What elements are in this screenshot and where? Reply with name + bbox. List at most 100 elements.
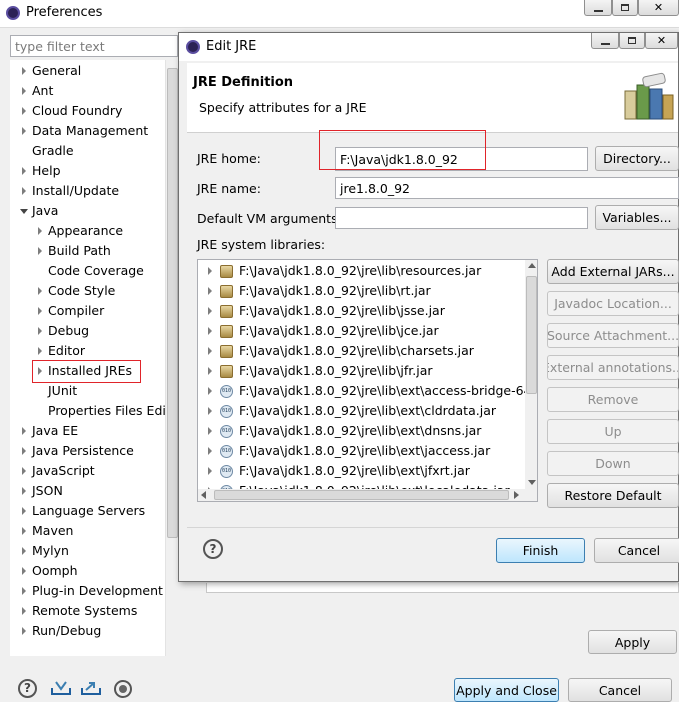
library-row[interactable]: F:\Java\jdk1.8.0_92\jre\lib\jce.jar — [198, 321, 525, 341]
tree-item-javascript[interactable]: JavaScript — [10, 461, 166, 481]
remove-button[interactable]: Remove — [547, 387, 679, 412]
scroll-left-arrow-icon[interactable] — [201, 491, 206, 499]
jre-name-input[interactable]: jre1.8.0_92 — [335, 177, 679, 199]
expand-arrow-icon[interactable] — [38, 347, 42, 355]
libraries-horizontal-scrollbar[interactable] — [198, 489, 537, 501]
libraries-hscroll-thumb[interactable] — [214, 490, 509, 500]
tree-item-code-coverage[interactable]: Code Coverage — [10, 261, 166, 281]
import-icon[interactable] — [50, 680, 72, 696]
libraries-vertical-scrollbar[interactable] — [525, 260, 537, 489]
expand-arrow-icon[interactable] — [208, 387, 212, 395]
javadoc-location-button[interactable]: Javadoc Location... — [547, 291, 679, 316]
filter-input[interactable]: type filter text — [10, 35, 178, 57]
tree-item-maven[interactable]: Maven — [10, 521, 166, 541]
expand-arrow-icon[interactable] — [22, 187, 26, 195]
expand-arrow-icon[interactable] — [208, 427, 212, 435]
library-row[interactable]: F:\Java\jdk1.8.0_92\jre\lib\rt.jar — [198, 281, 525, 301]
expand-arrow-icon[interactable] — [22, 547, 26, 555]
tree-scrollbar[interactable] — [165, 60, 178, 656]
tree-item-language-servers[interactable]: Language Servers — [10, 501, 166, 521]
add-external-jars-button[interactable]: Add External JARs... — [547, 259, 679, 284]
vm-args-input[interactable] — [335, 207, 588, 229]
tree-scrollbar-thumb[interactable] — [167, 68, 178, 538]
expand-arrow-icon[interactable] — [208, 447, 212, 455]
expand-arrow-icon[interactable] — [208, 407, 212, 415]
help-icon[interactable]: ? — [18, 679, 37, 698]
library-row[interactable]: 010 F:\Java\jdk1.8.0_92\jre\lib\ext\cldrd… — [198, 401, 525, 421]
expand-arrow-icon[interactable] — [22, 87, 26, 95]
library-row[interactable]: F:\Java\jdk1.8.0_92\jre\lib\resources.ja… — [198, 261, 525, 281]
expand-arrow-icon[interactable] — [208, 267, 212, 275]
tree-item-compiler[interactable]: Compiler — [10, 301, 166, 321]
expand-arrow-icon[interactable] — [22, 447, 26, 455]
expand-arrow-icon[interactable] — [22, 487, 26, 495]
library-row[interactable]: 010 F:\Java\jdk1.8.0_92\jre\lib\ext\acces… — [198, 381, 525, 401]
expand-arrow-icon[interactable] — [22, 627, 26, 635]
library-row[interactable]: 010 F:\Java\jdk1.8.0_92\jre\lib\ext\jacce… — [198, 441, 525, 461]
expand-arrow-icon[interactable] — [22, 127, 26, 135]
dialog-minimize-button[interactable] — [591, 33, 619, 49]
tree-item-code-style[interactable]: Code Style — [10, 281, 166, 301]
tree-item-data-management[interactable]: Data Management — [10, 121, 166, 141]
expand-arrow-icon[interactable] — [22, 107, 26, 115]
expand-arrow-icon[interactable] — [208, 307, 212, 315]
expand-arrow-icon[interactable] — [22, 507, 26, 515]
dialog-close-button[interactable]: ✕ — [645, 33, 678, 49]
tree-item-appearance[interactable]: Appearance — [10, 221, 166, 241]
scroll-right-arrow-icon[interactable] — [514, 491, 519, 499]
maximize-button[interactable] — [612, 0, 638, 16]
dialog-maximize-button[interactable] — [619, 33, 645, 49]
tree-item-mylyn[interactable]: Mylyn — [10, 541, 166, 561]
expand-arrow-icon[interactable] — [22, 67, 26, 75]
expand-arrow-icon[interactable] — [22, 607, 26, 615]
external-annotations-button[interactable]: External annotations... — [547, 355, 679, 380]
expand-arrow-icon[interactable] — [22, 467, 26, 475]
tree-item-editor[interactable]: Editor — [10, 341, 166, 361]
finish-button[interactable]: Finish — [496, 538, 585, 563]
tree-item-build-path[interactable]: Build Path — [10, 241, 166, 261]
dialog-cancel-button[interactable]: Cancel — [594, 538, 679, 563]
variables-button[interactable]: Variables... — [595, 205, 679, 230]
record-icon[interactable] — [114, 680, 132, 698]
library-row[interactable]: F:\Java\jdk1.8.0_92\jre\lib\charsets.jar — [198, 341, 525, 361]
expand-arrow-icon[interactable] — [208, 327, 212, 335]
tree-item-plug-in-development[interactable]: Plug-in Development — [10, 581, 166, 601]
tree-item-remote-systems[interactable]: Remote Systems — [10, 601, 166, 621]
tree-item-help[interactable]: Help — [10, 161, 166, 181]
library-row[interactable]: 010 F:\Java\jdk1.8.0_92\jre\lib\ext\jfxrt… — [198, 461, 525, 481]
directory-button[interactable]: Directory... — [595, 146, 679, 171]
expand-arrow-icon[interactable] — [38, 307, 42, 315]
apply-and-close-button[interactable]: Apply and Close — [454, 678, 559, 702]
library-row[interactable]: 010 F:\Java\jdk1.8.0_92\jre\lib\ext\dnsns… — [198, 421, 525, 441]
tree-item-install-update[interactable]: Install/Update — [10, 181, 166, 201]
collapse-arrow-icon[interactable] — [20, 209, 28, 214]
scroll-down-arrow-icon[interactable] — [528, 480, 536, 485]
expand-arrow-icon[interactable] — [38, 227, 42, 235]
tree-item-java-ee[interactable]: Java EE — [10, 421, 166, 441]
dialog-help-icon[interactable]: ? — [203, 539, 223, 559]
close-button[interactable]: ✕ — [638, 0, 679, 16]
libraries-vscroll-thumb[interactable] — [526, 276, 537, 394]
apply-button[interactable]: Apply — [588, 630, 677, 654]
expand-arrow-icon[interactable] — [208, 347, 212, 355]
tree-item-json[interactable]: JSON — [10, 481, 166, 501]
scroll-up-arrow-icon[interactable] — [528, 263, 536, 268]
library-row[interactable]: F:\Java\jdk1.8.0_92\jre\lib\jfr.jar — [198, 361, 525, 381]
expand-arrow-icon[interactable] — [38, 247, 42, 255]
tree-item-java-persistence[interactable]: Java Persistence — [10, 441, 166, 461]
up-button[interactable]: Up — [547, 419, 679, 444]
tree-item-java[interactable]: Java — [10, 201, 166, 221]
tree-item-properties-files-edi[interactable]: Properties Files Edi — [10, 401, 166, 421]
down-button[interactable]: Down — [547, 451, 679, 476]
tree-item-cloud-foundry[interactable]: Cloud Foundry — [10, 101, 166, 121]
expand-arrow-icon[interactable] — [22, 167, 26, 175]
expand-arrow-icon[interactable] — [208, 287, 212, 295]
expand-arrow-icon[interactable] — [22, 427, 26, 435]
tree-item-oomph[interactable]: Oomph — [10, 561, 166, 581]
export-icon[interactable] — [80, 680, 102, 696]
tree-item-run-debug[interactable]: Run/Debug — [10, 621, 166, 641]
tree-item-debug[interactable]: Debug — [10, 321, 166, 341]
expand-arrow-icon[interactable] — [208, 467, 212, 475]
source-attachment-button[interactable]: Source Attachment... — [547, 323, 679, 348]
minimize-button[interactable] — [584, 0, 612, 16]
